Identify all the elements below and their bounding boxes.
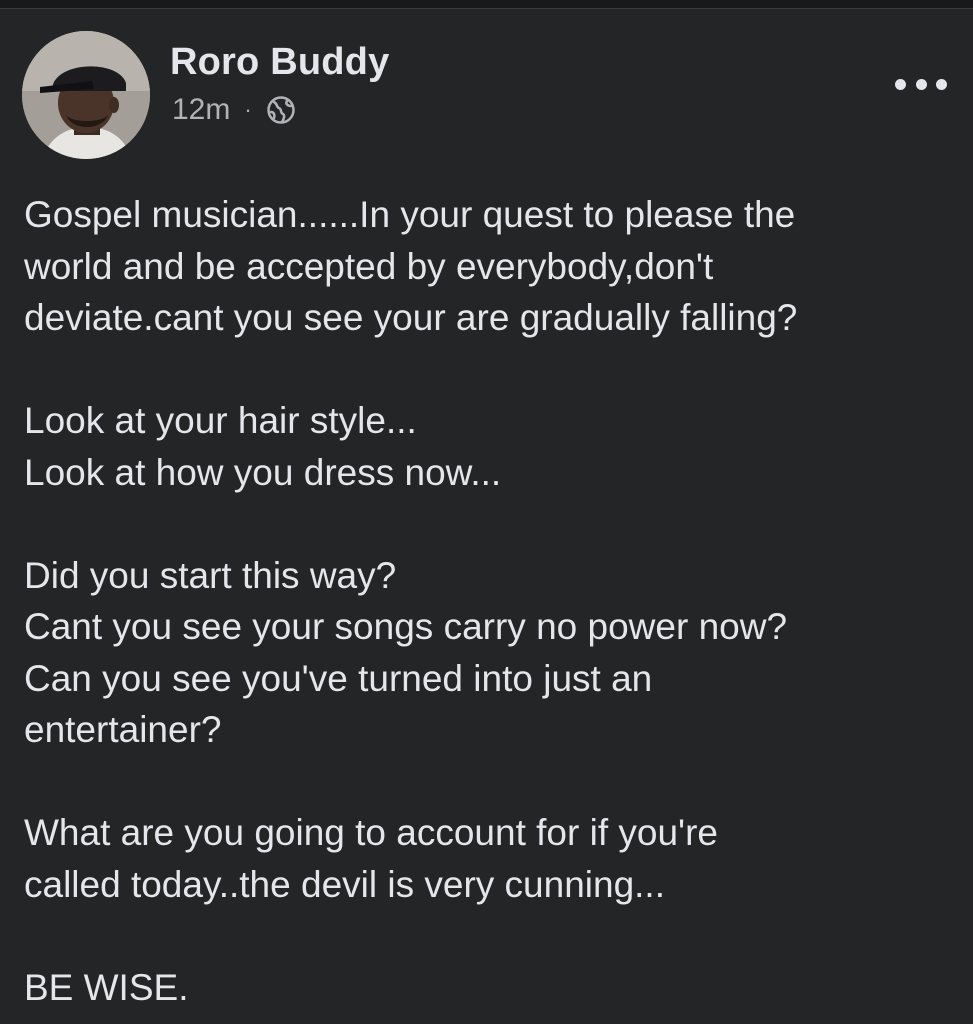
post-meta: 12m · bbox=[172, 95, 296, 125]
post-card: Roro Buddy 12m · Gospel musician......In… bbox=[0, 9, 973, 1024]
post-text: Gospel musician......In your quest to pl… bbox=[24, 189, 949, 1013]
avatar-image bbox=[22, 31, 150, 159]
author-avatar[interactable] bbox=[22, 31, 150, 159]
feed-divider bbox=[0, 0, 973, 9]
post-paragraph: What are you going to account for if you… bbox=[24, 812, 719, 905]
more-options-button[interactable] bbox=[895, 71, 947, 97]
post-paragraph: Did you start this way? Cant you see you… bbox=[24, 554, 788, 751]
globe-icon[interactable] bbox=[266, 95, 296, 125]
post-paragraph: Gospel musician......In your quest to pl… bbox=[24, 194, 798, 338]
more-horizontal-icon bbox=[895, 78, 906, 90]
meta-separator: · bbox=[244, 97, 252, 122]
post-timestamp[interactable]: 12m bbox=[172, 95, 230, 125]
post-paragraph: BE WISE. bbox=[24, 966, 189, 1008]
post-paragraph: Look at your hair style... Look at how y… bbox=[24, 400, 502, 493]
author-name[interactable]: Roro Buddy bbox=[170, 43, 389, 81]
